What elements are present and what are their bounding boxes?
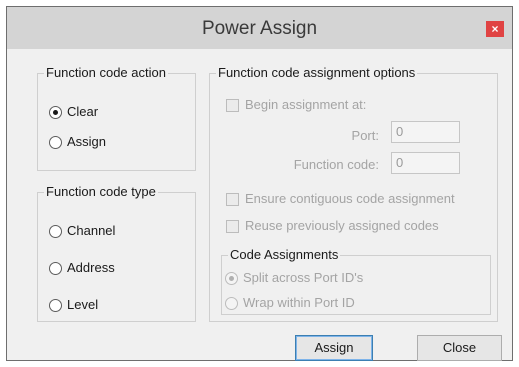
power-assign-dialog: Power Assign × Function code action Clea… xyxy=(6,6,513,361)
radio-assign-indicator[interactable] xyxy=(49,135,62,149)
radio-assign-label: Assign xyxy=(67,134,107,149)
radio-wrap-within-indicator[interactable] xyxy=(225,296,238,310)
close-button[interactable]: Close xyxy=(417,335,502,361)
port-input[interactable]: 0 xyxy=(391,121,460,143)
begin-assignment-checkbox-box[interactable] xyxy=(226,98,239,112)
dialog-body: Function code action Clear Assign Functi… xyxy=(8,49,511,361)
contiguous-label: Ensure contiguous code assignment xyxy=(245,191,455,206)
function-code-action-group: Function code action xyxy=(37,65,196,171)
radio-level-indicator[interactable] xyxy=(49,298,62,312)
radio-split-across-label: Split across Port ID's xyxy=(243,270,364,285)
radio-address-indicator[interactable] xyxy=(49,261,62,275)
radio-channel-label: Channel xyxy=(67,223,116,238)
radio-clear-label: Clear xyxy=(67,104,99,119)
radio-level[interactable]: Level xyxy=(49,297,98,313)
function-code-action-legend: Function code action xyxy=(44,65,168,81)
begin-assignment-checkbox[interactable]: Begin assignment at: xyxy=(226,97,366,113)
radio-channel[interactable]: Channel xyxy=(49,223,115,239)
radio-clear-indicator[interactable] xyxy=(49,105,62,119)
function-code-input[interactable]: 0 xyxy=(391,152,460,174)
function-code-type-legend: Function code type xyxy=(44,184,158,200)
close-icon[interactable]: × xyxy=(486,21,504,37)
reuse-codes-checkbox[interactable]: Reuse previously assigned codes xyxy=(226,218,439,234)
function-code-label: Function code: xyxy=(293,157,379,172)
radio-wrap-within[interactable]: Wrap within Port ID xyxy=(225,295,355,311)
radio-split-across-indicator[interactable] xyxy=(225,271,238,285)
radio-wrap-within-label: Wrap within Port ID xyxy=(243,295,355,310)
radio-address-label: Address xyxy=(67,260,115,275)
radio-clear[interactable]: Clear xyxy=(49,104,98,120)
port-label: Port: xyxy=(351,128,379,143)
title-bar[interactable]: Power Assign × xyxy=(7,7,512,49)
radio-split-across[interactable]: Split across Port ID's xyxy=(225,270,363,286)
assignment-options-legend: Function code assignment options xyxy=(216,65,418,81)
contiguous-checkbox-box[interactable] xyxy=(226,192,239,206)
radio-assign[interactable]: Assign xyxy=(49,134,106,150)
reuse-codes-checkbox-box[interactable] xyxy=(226,219,239,233)
window-title: Power Assign xyxy=(201,18,318,39)
code-assignments-legend: Code Assignments xyxy=(228,247,341,263)
reuse-codes-label: Reuse previously assigned codes xyxy=(245,218,439,233)
contiguous-checkbox[interactable]: Ensure contiguous code assignment xyxy=(226,191,455,207)
begin-assignment-label: Begin assignment at: xyxy=(245,97,367,112)
radio-address[interactable]: Address xyxy=(49,260,115,276)
assign-button[interactable]: Assign xyxy=(295,335,373,361)
radio-channel-indicator[interactable] xyxy=(49,224,62,238)
radio-level-label: Level xyxy=(67,297,99,312)
